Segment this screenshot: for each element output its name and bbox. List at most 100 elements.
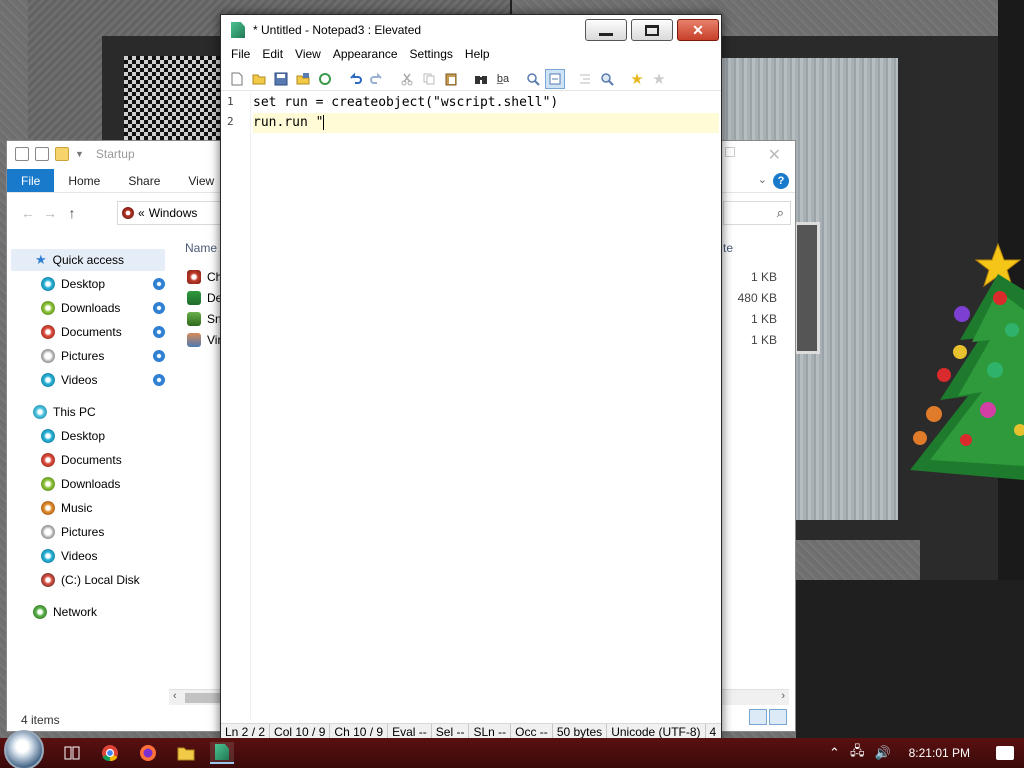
toolbar-separator bbox=[463, 69, 469, 89]
large-icons-view-icon[interactable] bbox=[769, 709, 787, 725]
minimize-button[interactable] bbox=[585, 19, 627, 41]
nav-pc-documents[interactable]: Documents bbox=[41, 449, 122, 471]
address-bar[interactable]: « Windows bbox=[117, 201, 227, 225]
explorer-close-button[interactable]: ✕ bbox=[768, 145, 781, 165]
file-explorer-icon[interactable] bbox=[174, 742, 198, 764]
nav-pc-videos[interactable]: Videos bbox=[41, 545, 97, 567]
close-button[interactable]: ✕ bbox=[677, 19, 719, 41]
chevron-up-icon[interactable]: ⌃ bbox=[829, 745, 840, 761]
wallpaper-shadow bbox=[796, 580, 1024, 738]
nav-this-pc[interactable]: This PC bbox=[33, 401, 163, 423]
pin-icon[interactable] bbox=[153, 350, 165, 362]
help-icon[interactable]: ? bbox=[773, 173, 789, 189]
revert-icon[interactable] bbox=[315, 69, 335, 89]
scroll-left-icon[interactable]: ‹ bbox=[173, 690, 177, 702]
ribbon-tab-share[interactable]: Share bbox=[114, 169, 174, 192]
nav-quick-downloads[interactable]: Downloads bbox=[41, 297, 167, 319]
network-icon[interactable]: 🖧 bbox=[850, 742, 865, 764]
clock[interactable]: 8:21:01 PM bbox=[909, 746, 970, 760]
item-count: 4 items bbox=[21, 713, 60, 727]
chrome-icon[interactable] bbox=[98, 742, 122, 764]
indent-icon[interactable] bbox=[575, 69, 595, 89]
find-icon[interactable] bbox=[471, 69, 491, 89]
save-as-icon[interactable] bbox=[293, 69, 313, 89]
details-view-icon[interactable] bbox=[749, 709, 767, 725]
menu-file[interactable]: File bbox=[225, 45, 256, 65]
replace-icon[interactable]: b̲a bbox=[493, 69, 513, 89]
nav-pc-desktop[interactable]: Desktop bbox=[41, 425, 105, 447]
notepad-app-icon bbox=[215, 744, 229, 760]
favorite-icon[interactable]: ★ bbox=[627, 69, 647, 89]
menu-view[interactable]: View bbox=[289, 45, 327, 65]
nav-pc-pictures[interactable]: Pictures bbox=[41, 521, 104, 543]
add-favorite-icon[interactable]: ★ bbox=[649, 69, 669, 89]
file-row[interactable]: Vir bbox=[187, 330, 221, 350]
menu-help[interactable]: Help bbox=[459, 45, 496, 65]
ribbon-tab-home[interactable]: Home bbox=[54, 169, 114, 192]
pin-icon[interactable] bbox=[153, 374, 165, 386]
new-folder-icon[interactable] bbox=[55, 147, 69, 161]
restore-button[interactable] bbox=[725, 147, 735, 157]
forward-arrow-icon[interactable]: → bbox=[39, 205, 61, 221]
nav-quick-documents[interactable]: Documents bbox=[41, 321, 167, 343]
volume-icon[interactable]: 🔊 bbox=[874, 745, 890, 761]
zoom-in-icon[interactable] bbox=[597, 69, 617, 89]
notepad-app-icon[interactable] bbox=[231, 22, 245, 38]
ribbon-expand-icon[interactable]: ⌄ bbox=[758, 173, 767, 186]
nav-quick-desktop[interactable]: Desktop bbox=[41, 273, 167, 295]
open-folder-icon[interactable] bbox=[249, 69, 269, 89]
code-line-current[interactable]: run.run " bbox=[253, 113, 719, 133]
scrollbar-thumb[interactable] bbox=[185, 693, 225, 703]
nav-pc-downloads[interactable]: Downloads bbox=[41, 473, 120, 495]
menu-settings[interactable]: Settings bbox=[404, 45, 459, 65]
explorer-app-icon[interactable] bbox=[15, 147, 29, 161]
pin-icon[interactable] bbox=[153, 326, 165, 338]
notepad3-taskbar-icon[interactable] bbox=[210, 742, 234, 764]
task-view-icon[interactable] bbox=[60, 742, 84, 764]
pin-icon[interactable] bbox=[153, 302, 165, 314]
column-header-size[interactable]: te bbox=[723, 241, 733, 255]
firefox-icon[interactable] bbox=[136, 742, 160, 764]
toolbar-separator bbox=[515, 69, 521, 89]
nav-pc-music[interactable]: Music bbox=[41, 497, 92, 519]
undo-icon[interactable] bbox=[345, 69, 365, 89]
word-wrap-icon[interactable] bbox=[545, 68, 565, 89]
explorer-title: Startup bbox=[95, 147, 135, 161]
ribbon-tab-file[interactable]: File bbox=[7, 169, 55, 192]
code-line[interactable]: set run = createobject("wscript.shell") bbox=[253, 93, 719, 113]
up-arrow-icon[interactable]: ↑ bbox=[61, 205, 83, 221]
nav-quick-videos[interactable]: Videos bbox=[41, 369, 167, 391]
nav-quick-access[interactable]: ★ Quick access bbox=[11, 249, 165, 271]
properties-icon[interactable] bbox=[35, 147, 49, 161]
new-file-icon[interactable] bbox=[227, 69, 247, 89]
back-arrow-icon[interactable]: ← bbox=[17, 205, 39, 221]
action-center-icon[interactable] bbox=[996, 746, 1014, 760]
maximize-button[interactable] bbox=[631, 19, 673, 41]
zoom-icon[interactable] bbox=[523, 69, 543, 89]
nav-network[interactable]: Network bbox=[33, 601, 97, 623]
menu-appearance[interactable]: Appearance bbox=[327, 45, 404, 65]
line-number-gutter: 1 2 bbox=[221, 93, 251, 719]
file-row[interactable]: De bbox=[187, 288, 222, 308]
taskbar: ⌃ 🖧 🔊 8:21:01 PM bbox=[0, 730, 1024, 768]
start-button[interactable] bbox=[4, 730, 44, 768]
file-row[interactable]: Ch bbox=[187, 267, 222, 287]
notepad3-window[interactable]: * Untitled - Notepad3 : Elevated ✕ File … bbox=[220, 14, 722, 741]
copy-icon[interactable] bbox=[419, 69, 439, 89]
documents-icon bbox=[41, 453, 55, 467]
cut-icon[interactable] bbox=[397, 69, 417, 89]
scroll-right-icon[interactable]: › bbox=[781, 690, 785, 702]
redo-icon[interactable] bbox=[367, 69, 387, 89]
text-editor[interactable]: 1 2 set run = createobject("wscript.shel… bbox=[221, 93, 719, 719]
menu-edit[interactable]: Edit bbox=[256, 45, 289, 65]
pin-icon[interactable] bbox=[153, 278, 165, 290]
paste-icon[interactable] bbox=[441, 69, 461, 89]
file-row[interactable]: Sn bbox=[187, 309, 222, 329]
column-header-name[interactable]: Name bbox=[185, 241, 217, 255]
breadcrumb-windows[interactable]: Windows bbox=[149, 206, 198, 220]
nav-pc-local-disk[interactable]: (C:) Local Disk bbox=[41, 569, 140, 591]
search-box[interactable]: ⌕ bbox=[723, 201, 791, 225]
save-icon[interactable] bbox=[271, 69, 291, 89]
nav-quick-pictures[interactable]: Pictures bbox=[41, 345, 167, 367]
chevron-down-icon[interactable]: ▼ bbox=[75, 149, 84, 159]
